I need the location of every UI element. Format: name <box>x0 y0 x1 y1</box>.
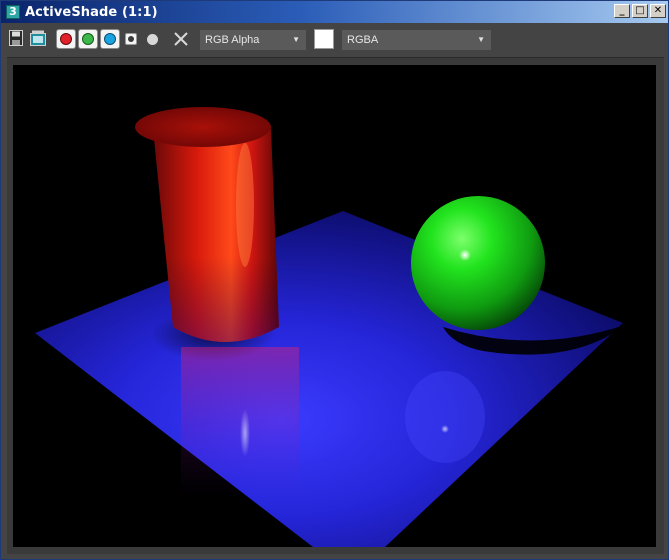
green-channel-icon <box>82 33 94 45</box>
chevron-down-icon: ▼ <box>477 35 485 44</box>
channel-mode-value: RGBA <box>347 34 379 46</box>
cylinder-highlight <box>236 143 254 267</box>
save-icon[interactable] <box>9 30 23 46</box>
render-toolbar: RGB Alpha ▼ RGBA ▼ <box>1 23 668 55</box>
minimize-button[interactable]: _ <box>614 4 630 18</box>
green-channel-button[interactable] <box>78 29 98 49</box>
sphere-reflection-glint <box>441 425 449 433</box>
alpha-channel-button[interactable] <box>125 33 137 45</box>
blue-channel-icon <box>104 33 116 45</box>
render-viewport[interactable] <box>13 65 656 547</box>
clone-frame-icon[interactable] <box>30 30 46 46</box>
window-title: ActiveShade (1:1) <box>25 4 158 20</box>
green-sphere <box>411 196 545 330</box>
cylinder-top <box>135 107 271 147</box>
display-channel-dropdown[interactable]: RGB Alpha ▼ <box>200 30 306 50</box>
channel-mode-dropdown[interactable]: RGBA ▼ <box>342 30 491 50</box>
rendered-scene <box>35 107 625 547</box>
sphere-specular <box>459 249 471 261</box>
title-bar[interactable]: 3 ActiveShade (1:1) _ □ ✕ <box>1 1 668 23</box>
maximize-button[interactable]: □ <box>632 4 648 18</box>
clear-icon[interactable] <box>173 31 189 47</box>
sphere-reflection <box>405 371 485 463</box>
display-channel-value: RGB Alpha <box>205 34 260 46</box>
app-icon[interactable]: 3 <box>6 5 20 19</box>
close-button[interactable]: ✕ <box>650 4 666 18</box>
red-channel-icon <box>60 33 72 45</box>
alpha-channel-icon <box>128 36 134 42</box>
chevron-down-icon: ▼ <box>292 35 300 44</box>
window-controls: _ □ ✕ <box>614 4 666 18</box>
cylinder-reflection-glint <box>240 409 250 457</box>
cylinder-shade <box>153 129 279 342</box>
color-swatch[interactable] <box>314 29 334 49</box>
red-channel-button[interactable] <box>56 29 76 49</box>
monochrome-icon[interactable] <box>147 34 158 45</box>
activeshade-window: 3 ActiveShade (1:1) _ □ ✕ RGB Alpha ▼ RG… <box>0 0 669 560</box>
blue-channel-button[interactable] <box>100 29 120 49</box>
cylinder-reflection <box>181 347 299 497</box>
